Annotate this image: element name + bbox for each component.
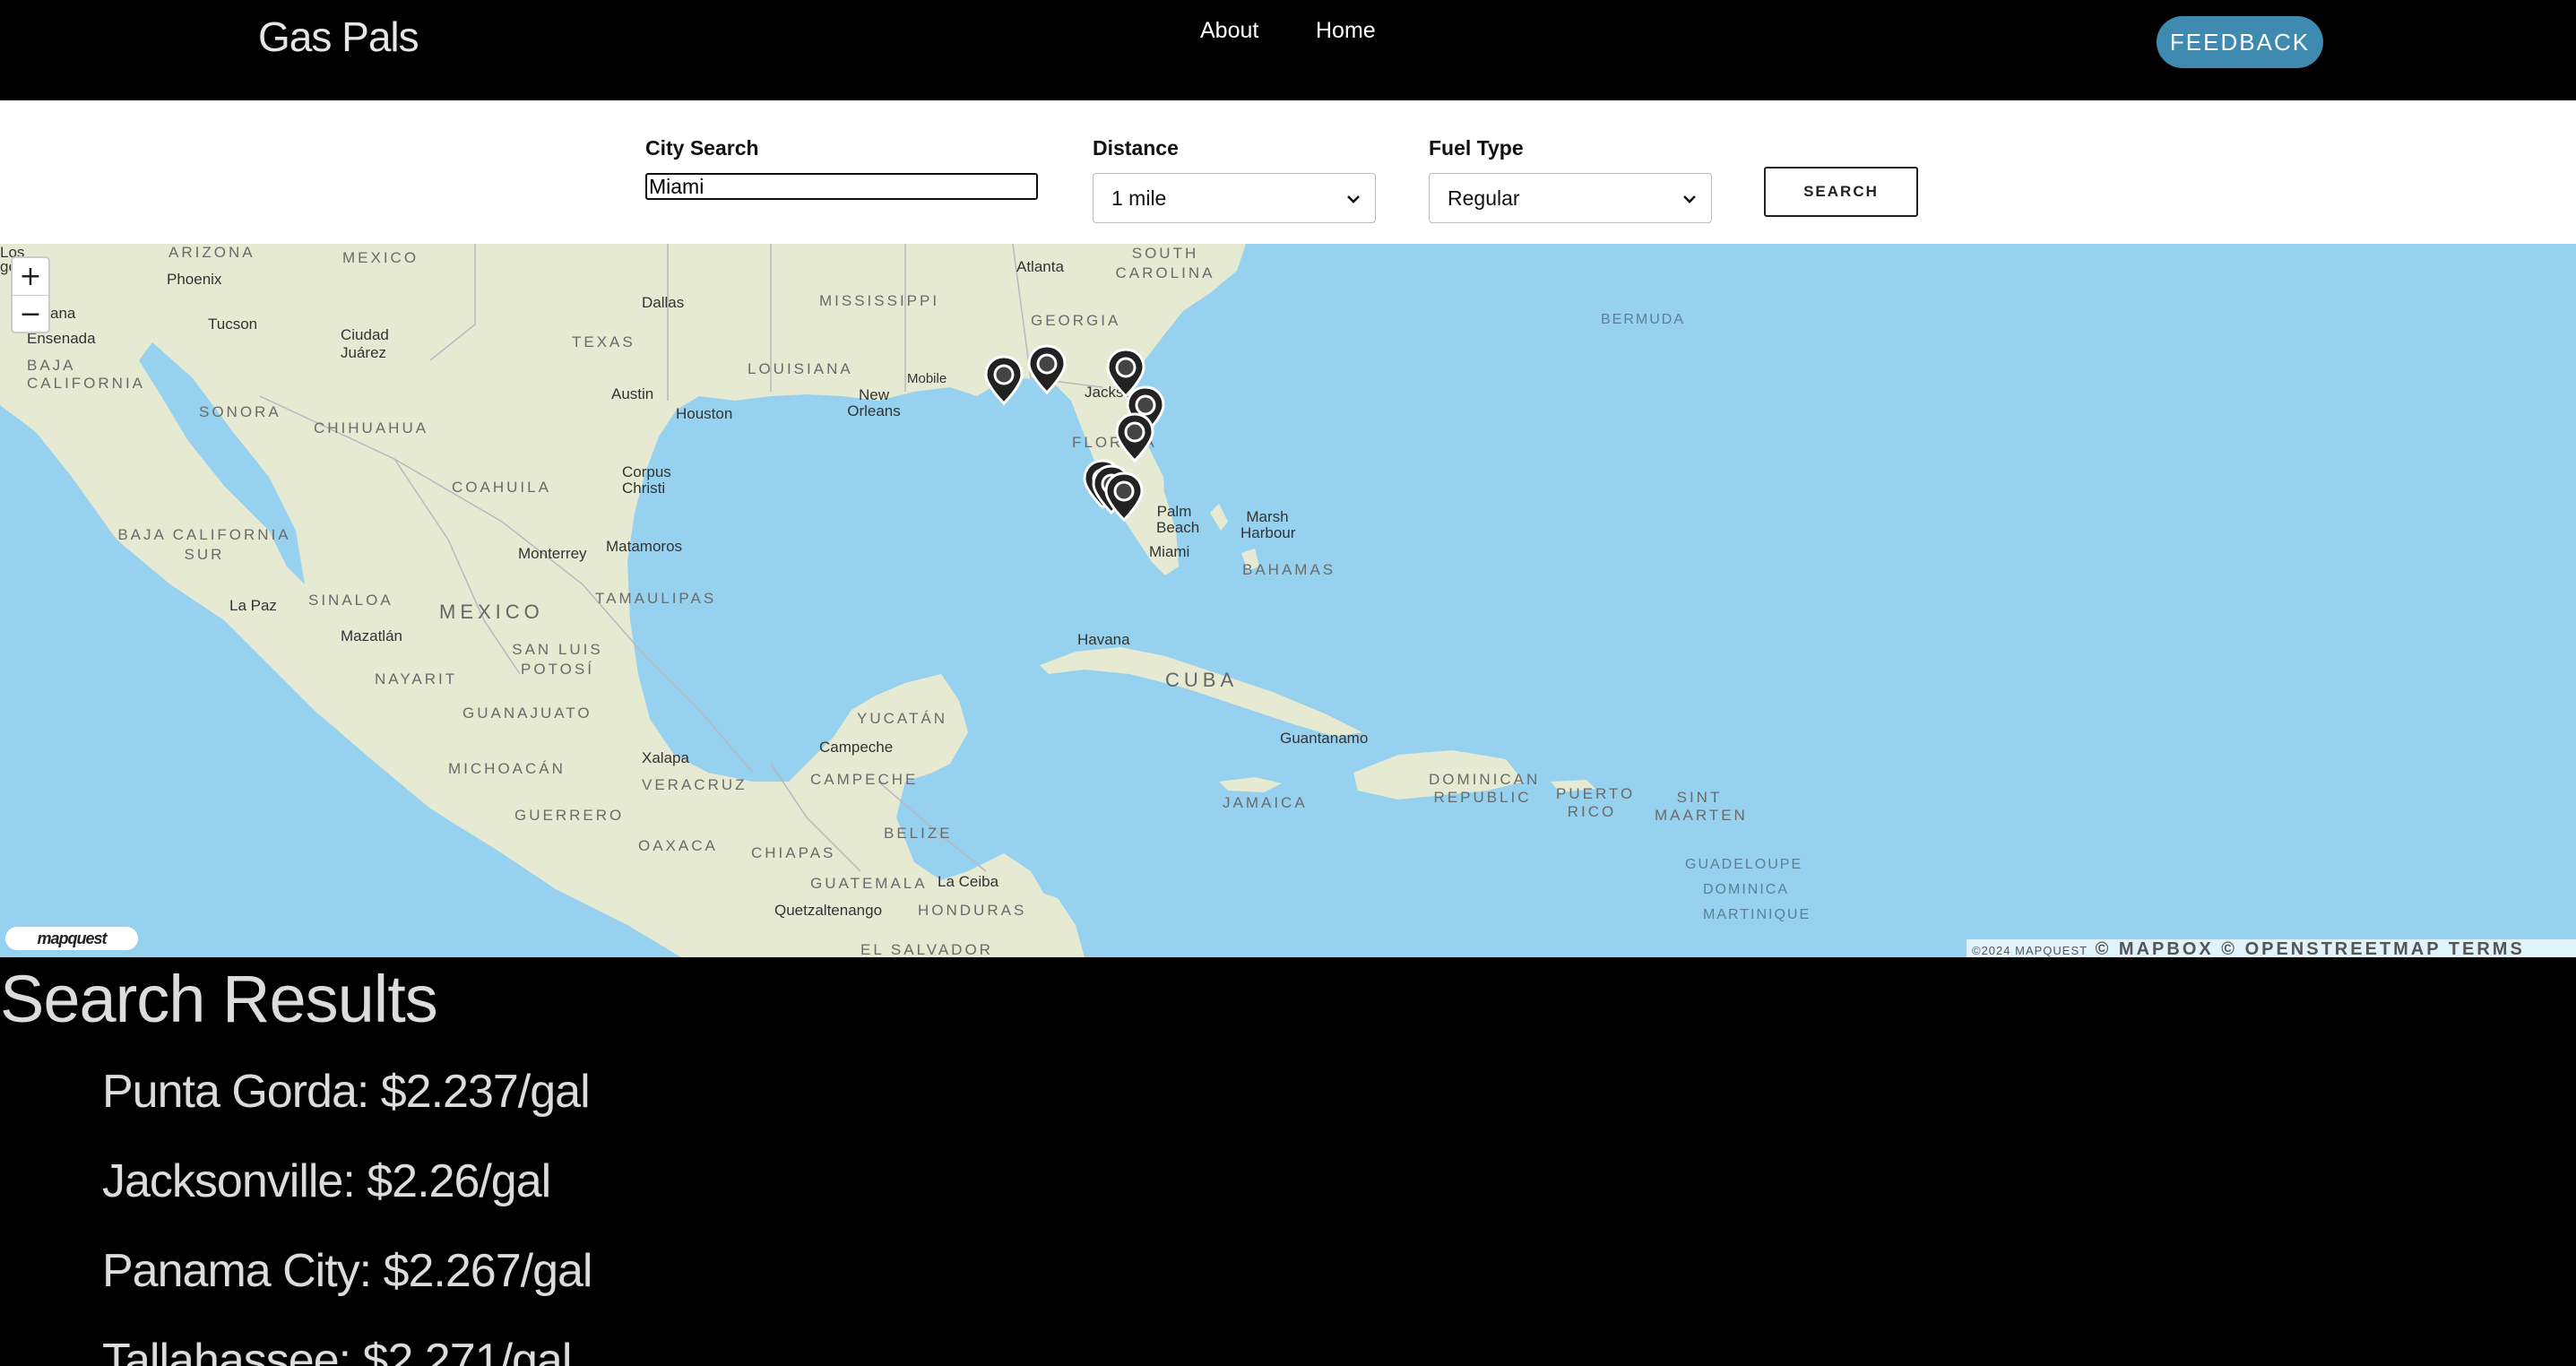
map-label: Matamoros (606, 538, 683, 555)
map-label: SINT MAARTEN (1655, 789, 1748, 824)
city-search-label: City Search (645, 136, 759, 160)
map-label: Mazatlán (341, 627, 402, 644)
attribution-copyright: ©2024 MAPQUEST (1972, 944, 2088, 957)
map-label: HONDURAS (918, 902, 1027, 919)
map-label: JAMAICA (1223, 794, 1308, 811)
map-label: Marsh Harbour (1240, 508, 1296, 541)
map-label: MEXICO (342, 249, 419, 266)
search-button[interactable]: SEARCH (1764, 167, 1918, 217)
map-label: Atlanta (1016, 258, 1064, 275)
map-label: Miami (1149, 543, 1190, 560)
map-label: Monterrey (518, 545, 587, 562)
map-label: SONORA (199, 403, 281, 420)
map-label: BAJA CALIFORNIA SUR (117, 526, 291, 563)
result-item: Punta Gorda: $2.237/gal (102, 1066, 591, 1118)
map-label: La Ceiba (938, 873, 999, 890)
map-label: New Orleans (847, 386, 901, 419)
top-header: Gas Pals About Home FEEDBACK (0, 0, 2576, 100)
map-label: VERACRUZ (642, 776, 748, 793)
distance-selected-value: 1 mile (1111, 186, 1167, 210)
zoom-control: + − (11, 256, 50, 333)
map-label: Guantanamo (1280, 730, 1369, 747)
city-search-input[interactable] (645, 173, 1038, 200)
nav-about-link[interactable]: About (1200, 18, 1258, 44)
map-label: BERMUDA (1601, 312, 1686, 327)
map-label: Corpus Christi (622, 463, 671, 497)
map-label: CHIHUAHUA (314, 419, 429, 437)
map-label: GUANAJUATO (462, 705, 592, 722)
map-label: Tucson (208, 316, 258, 333)
map-label: TAMAULIPAS (595, 590, 717, 607)
map-label: BELIZE (884, 825, 953, 842)
map-label: CAMPECHE (810, 771, 919, 788)
map-label: Phoenix (167, 271, 222, 288)
map-label: OAXACA (638, 837, 718, 854)
map-label: PUERTO RICO (1556, 785, 1636, 820)
map-pin-icon[interactable] (1115, 412, 1154, 464)
chevron-down-icon (1683, 195, 1696, 203)
distance-label: Distance (1093, 136, 1179, 160)
map-label: ana (50, 305, 76, 322)
map-label: Xalapa (642, 749, 689, 766)
map-label: La Paz (229, 597, 277, 614)
map-label: BAHAMAS (1242, 561, 1336, 578)
map-label: BAJA CALIFORNIA (27, 357, 146, 392)
map-label: MEXICO (439, 601, 544, 623)
search-results-section: Search Results Punta Gorda: $2.237/gal J… (0, 957, 2576, 1366)
map-label: NAYARIT (375, 670, 458, 687)
zoom-out-button[interactable]: − (13, 296, 48, 333)
map-pin-icon[interactable] (984, 355, 1024, 407)
map-label: LOUISIANA (748, 360, 853, 377)
map-label: Dallas (642, 294, 685, 311)
map-attribution[interactable]: ©2024 MAPQUEST © MAPBOX © OPENSTREETMAP … (1967, 939, 2576, 957)
map-label: MICHOACÁN (448, 760, 566, 777)
map-label: Mobile (907, 371, 947, 386)
search-form: City Search Distance 1 mile Fuel Type Re… (0, 100, 2576, 244)
map-label: MISSISSIPPI (819, 292, 940, 309)
zoom-in-button[interactable]: + (13, 258, 48, 295)
map-label: Havana (1077, 631, 1130, 648)
map-view[interactable]: ARIZONA MEXICO Phoenix Tucson Los ge ana… (0, 244, 2576, 957)
map-label: Palm Beach (1156, 503, 1200, 536)
map-label: Austin (611, 385, 654, 402)
map-label: CHIAPAS (751, 844, 836, 861)
map-label: GUERRERO (514, 807, 625, 824)
brand-logo[interactable]: Gas Pals (258, 13, 419, 61)
map-label: SAN LUIS POTOSÍ (512, 641, 603, 678)
attribution-text: © MAPBOX © OPENSTREETMAP TERMS (2095, 939, 2525, 957)
mapquest-logo[interactable]: mapquest (5, 927, 138, 950)
map-label: YUCATÁN (857, 710, 947, 727)
fuel-type-selected-value: Regular (1448, 186, 1520, 210)
map-label: GUATEMALA (810, 875, 928, 892)
fuel-type-label: Fuel Type (1429, 136, 1524, 160)
map-label: MARTINIQUE (1703, 907, 1811, 922)
map-pin-icon[interactable] (1104, 471, 1144, 523)
search-results-heading: Search Results (0, 962, 438, 1036)
map-label: CUBA (1165, 669, 1239, 691)
map-label: Ciudad Juárez (341, 326, 389, 361)
map-label: DOMINICAN REPUBLIC (1429, 771, 1541, 806)
result-item: Tallahassee: $2.271/gal (102, 1335, 572, 1366)
map-label: Quetzaltenango (774, 902, 883, 919)
result-item: Panama City: $2.267/gal (102, 1245, 592, 1297)
map-label: DOMINICA (1703, 882, 1789, 897)
result-item: Jacksonville: $2.26/gal (102, 1155, 551, 1207)
map-pin-icon[interactable] (1027, 344, 1067, 396)
map-label: COAHUILA (452, 479, 551, 496)
results-list: Punta Gorda: $2.237/gal Jacksonville: $2… (102, 1065, 592, 1366)
fuel-type-select[interactable]: Regular (1429, 173, 1712, 223)
map-label: ARIZONA (169, 244, 255, 261)
chevron-down-icon (1347, 195, 1360, 203)
map-label: EL SALVADOR (860, 941, 993, 957)
map-label: Campeche (819, 739, 894, 756)
feedback-button[interactable]: FEEDBACK (2157, 16, 2323, 68)
map-label: SOUTH CAROLINA (1115, 245, 1215, 281)
map-label: Houston (676, 405, 733, 422)
map-label: TEXAS (572, 333, 635, 350)
distance-select[interactable]: 1 mile (1093, 173, 1376, 223)
map-label: SINALOA (308, 592, 393, 609)
nav-home-link[interactable]: Home (1316, 18, 1376, 44)
map-label: GUADELOUPE (1685, 857, 1803, 872)
map-label: GEORGIA (1031, 312, 1121, 329)
